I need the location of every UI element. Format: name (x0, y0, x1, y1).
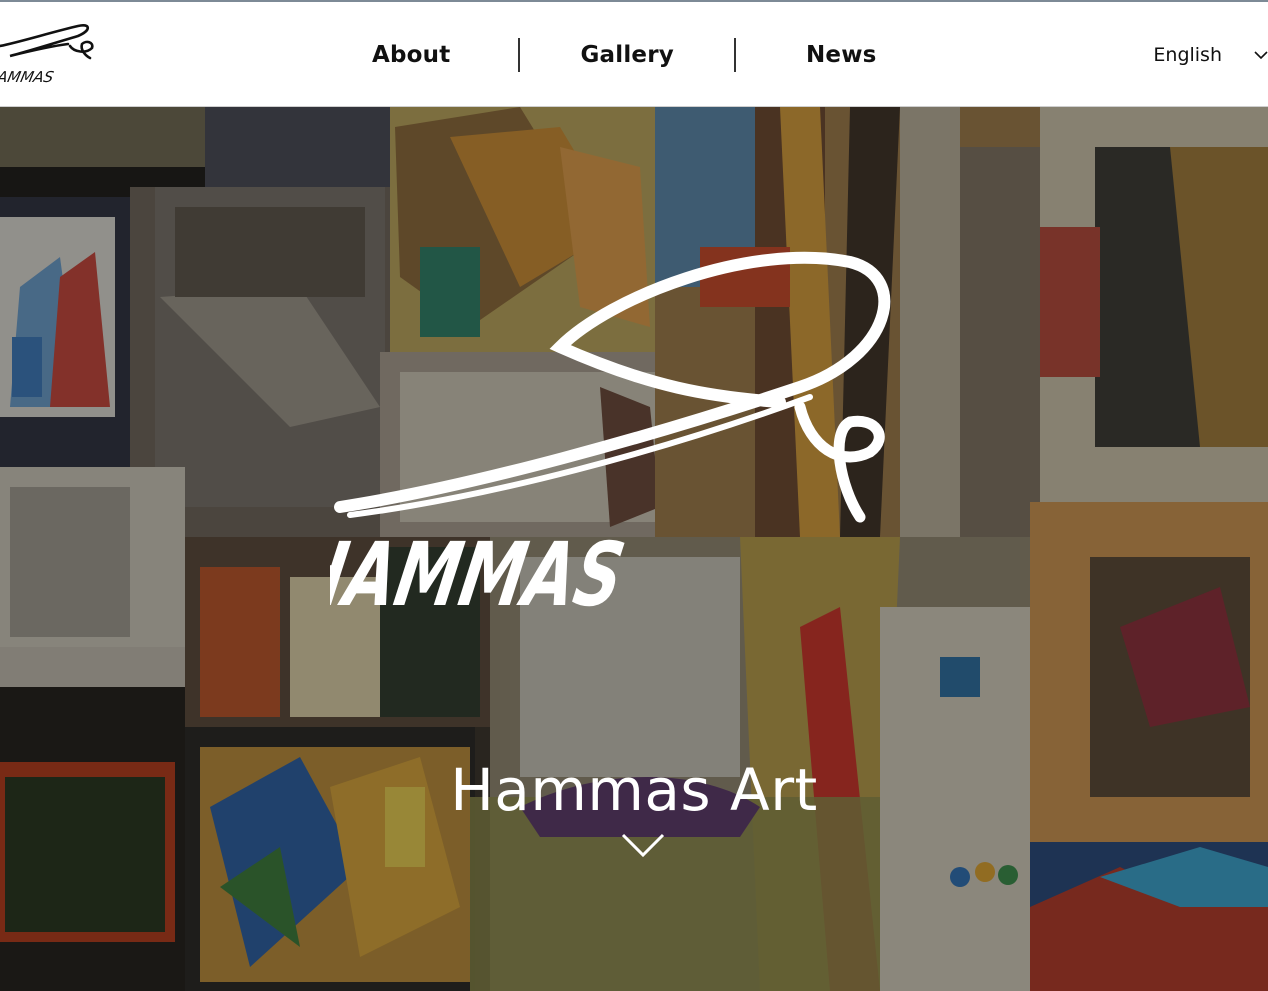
main-nav: About Gallery News (335, 2, 877, 107)
nav-gallery[interactable]: Gallery (520, 42, 734, 68)
language-selector[interactable]: English (1153, 2, 1268, 107)
nav-news[interactable]: News (736, 42, 877, 68)
chevron-down-icon (1254, 50, 1268, 59)
hammas-logo-icon: HAMMAS (0, 24, 94, 86)
language-label: English (1153, 43, 1222, 66)
site-logo[interactable]: HAMMAS (0, 12, 100, 88)
chevron-down-icon (621, 833, 665, 858)
header: HAMMAS About Gallery News English (0, 0, 1268, 107)
logo-wordmark: HAMMAS (0, 68, 56, 86)
nav-about[interactable]: About (335, 42, 518, 68)
scroll-down-button[interactable] (620, 827, 666, 861)
hero-title: Hammas Art (450, 755, 818, 824)
hammas-signature-logo: HAMMAS (330, 251, 891, 626)
signature-wordmark: HAMMAS (330, 524, 631, 626)
hero-section: HAMMAS Hammas Art (0, 107, 1268, 991)
